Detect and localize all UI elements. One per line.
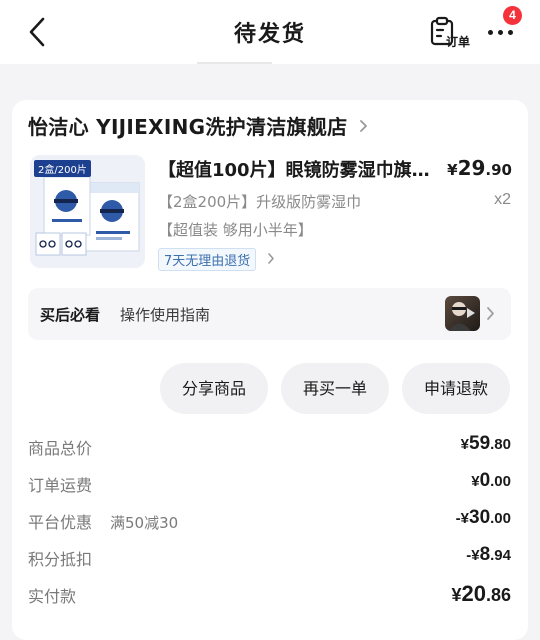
- amount-paid-value: ¥20.86: [451, 581, 511, 606]
- guide-text: 操作使用指南: [120, 306, 211, 324]
- return-policy-tag: 7天无理由退货: [158, 248, 257, 271]
- platform-discount-row: 平台优惠 满50减30 -¥30.00: [28, 507, 511, 532]
- notification-badge: 4: [503, 6, 522, 25]
- product-spec: 【2盒200片】升级版防雾湿巾: [158, 193, 362, 211]
- order-label: 订单: [446, 35, 471, 49]
- points-deduction-value: -¥8.94: [466, 544, 511, 565]
- goods-total-value: ¥59.80: [460, 433, 511, 454]
- amount-paid-row: 实付款 ¥20.86: [28, 581, 511, 606]
- product-promo: 【超值装 够用小半年】: [158, 221, 313, 239]
- guide-label: 买后必看: [40, 306, 101, 324]
- share-product-button[interactable]: 分享商品: [160, 363, 268, 414]
- chevron-right-icon: [486, 306, 495, 325]
- product-quantity: x2: [494, 191, 511, 208]
- return-policy-link[interactable]: 7天无理由退货: [158, 248, 275, 271]
- top-bar: 待发货 订单 4: [0, 0, 540, 64]
- request-refund-button[interactable]: 申请退款: [402, 363, 510, 414]
- usage-guide-row[interactable]: 买后必看 操作使用指南: [28, 288, 511, 340]
- title-underline: [197, 62, 272, 64]
- play-icon: [449, 302, 475, 331]
- rebuy-button[interactable]: 再买一单: [281, 363, 389, 414]
- platform-discount-value: -¥30.00: [455, 507, 511, 528]
- store-name: 怡洁心 YIJIEXING洗护清洁旗舰店: [28, 115, 348, 139]
- goods-total-row: 商品总价 ¥59.80: [28, 433, 511, 458]
- order-button[interactable]: 订单: [428, 15, 474, 51]
- product-price: ¥29.90: [447, 156, 512, 180]
- product-title[interactable]: 【超值100片】眼镜防雾湿巾旗舰店: [158, 156, 433, 182]
- discount-rule: 满50减30: [110, 514, 179, 532]
- chevron-right-icon: [267, 250, 275, 269]
- points-deduction-row: 积分抵扣 -¥8.94: [28, 544, 511, 569]
- chevron-right-icon: [359, 118, 368, 137]
- guide-video-thumbnail[interactable]: [445, 296, 480, 331]
- product-image-tag: 2盒/200片: [34, 160, 91, 177]
- shipping-row: 订单运费 ¥0.00: [28, 470, 511, 495]
- shipping-value: ¥0.00: [471, 470, 511, 491]
- more-dots-icon: [488, 30, 493, 35]
- product-image[interactable]: 2盒/200片: [30, 155, 145, 268]
- store-link[interactable]: 怡洁心 YIJIEXING洗护清洁旗舰店: [28, 111, 368, 139]
